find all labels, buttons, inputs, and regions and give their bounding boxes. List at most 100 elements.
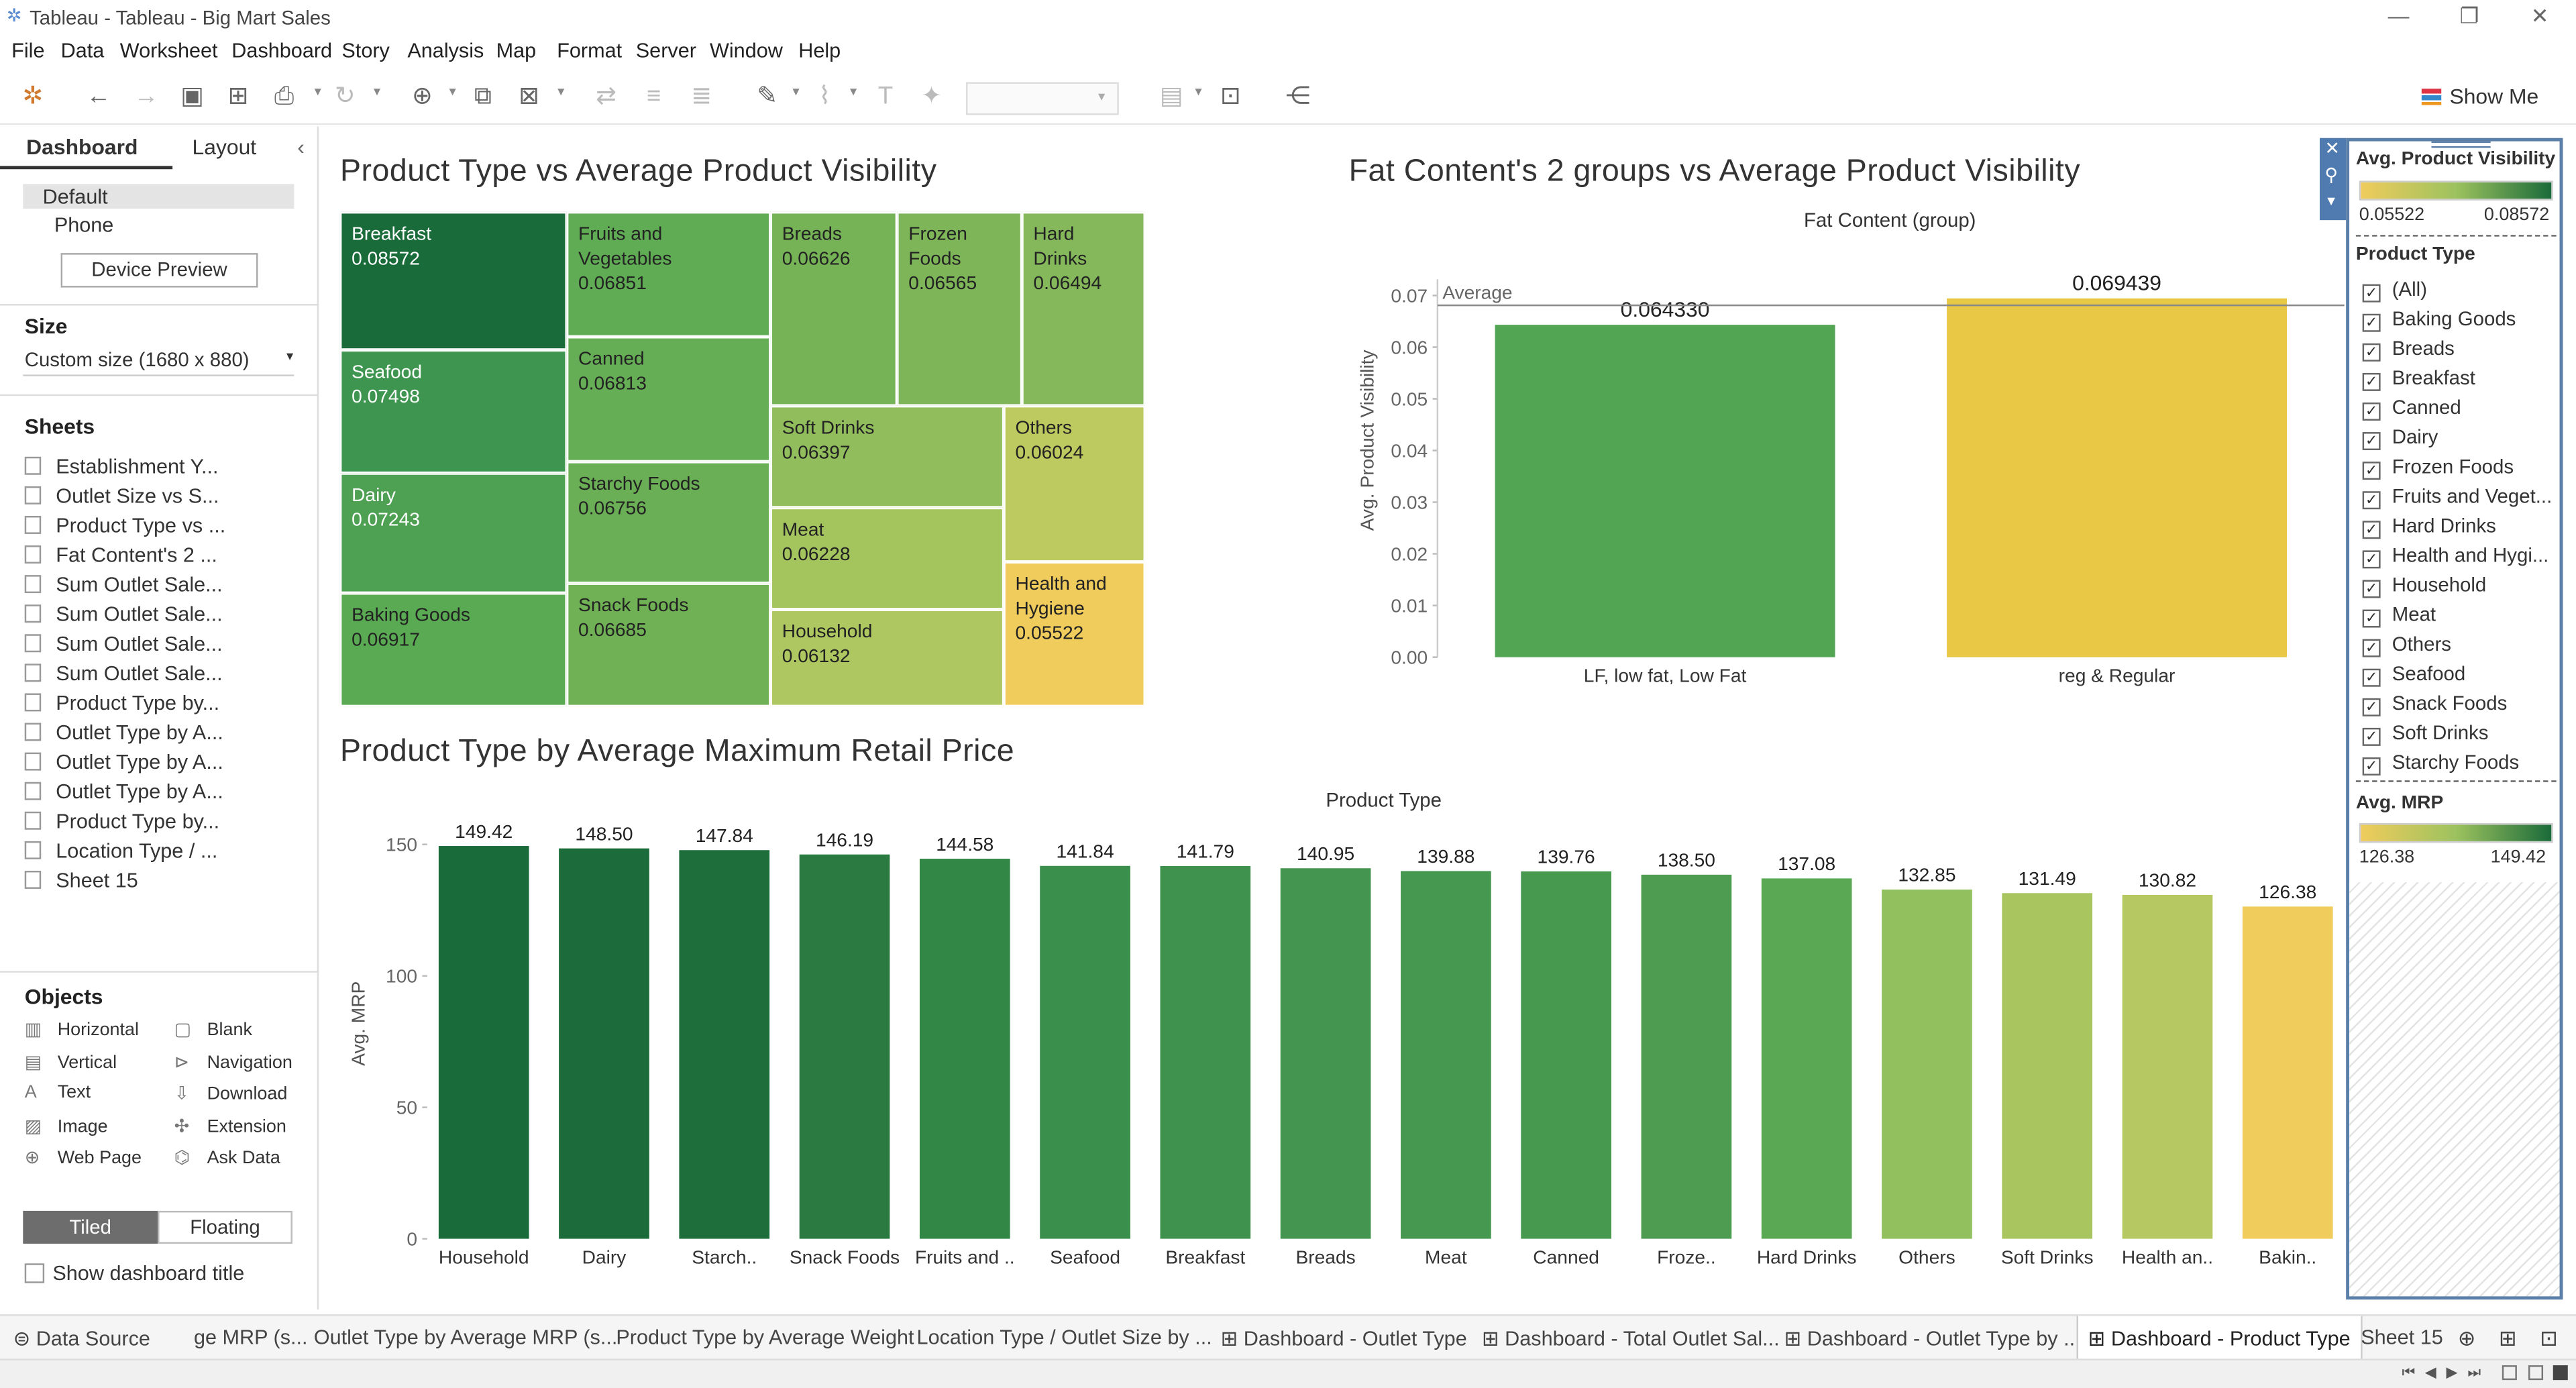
checkbox-checked-icon[interactable]: ✓: [2362, 284, 2381, 303]
treemap-cell-seafood[interactable]: Seafood 0.07498: [339, 350, 567, 474]
mrp-bar[interactable]: [919, 859, 1010, 1239]
checkbox-checked-icon[interactable]: ✓: [2362, 609, 2381, 628]
last-sheet-icon[interactable]: ⏭: [2467, 1364, 2481, 1382]
menu-format[interactable]: Format: [557, 40, 622, 62]
collapse-panel-icon[interactable]: ‹: [297, 135, 305, 160]
filter-item[interactable]: ✓ Others: [2362, 633, 2451, 657]
object-download[interactable]: ⇩ Download: [174, 1083, 288, 1104]
new-dashboard-tab-icon[interactable]: ⊞: [2499, 1326, 2517, 1352]
filter-item[interactable]: ✓ Baking Goods: [2362, 307, 2516, 332]
minimize-icon[interactable]: —: [2382, 3, 2415, 33]
sheet-item[interactable]: Product Type by...: [24, 692, 219, 714]
sheet-item[interactable]: Outlet Type by A...: [24, 780, 223, 804]
group-icon[interactable]: ⌇: [810, 82, 839, 111]
remove-icon[interactable]: ✕: [2324, 138, 2340, 159]
sheet-item[interactable]: Outlet Size vs S...: [24, 484, 219, 508]
filter-item[interactable]: ✓ Health and Hygi...: [2362, 544, 2548, 569]
object-navigation[interactable]: ⊳ Navigation: [174, 1051, 292, 1072]
treemap-cell-breads[interactable]: Breads 0.06626: [770, 211, 898, 406]
sheet-item[interactable]: Outlet Type by A...: [24, 751, 223, 773]
filter-item[interactable]: ✓ Household: [2362, 574, 2486, 598]
mrp-bar[interactable]: [679, 850, 770, 1239]
checkbox-checked-icon[interactable]: ✓: [2362, 491, 2381, 510]
dashboard-tab[interactable]: ⊞ Dashboard - Total Outlet Sal...: [1482, 1326, 1780, 1350]
checkbox-checked-icon[interactable]: ✓: [2362, 727, 2381, 746]
fit-dropdown[interactable]: ▼: [966, 82, 1119, 115]
show-title-checkbox[interactable]: [24, 1263, 45, 1283]
sheet-item[interactable]: Product Type by...: [24, 810, 219, 833]
pin-icon[interactable]: ⚲: [2324, 164, 2338, 185]
new-worksheet-icon[interactable]: ⊕: [407, 82, 437, 111]
checkbox-checked-icon[interactable]: ✓: [2362, 403, 2381, 421]
menu-file[interactable]: File: [11, 40, 44, 62]
redo-icon[interactable]: →: [131, 82, 161, 111]
tableau-home-icon[interactable]: ✲: [18, 82, 48, 111]
treemap-cell-frozen-foods[interactable]: Frozen Foods 0.06565: [897, 211, 1022, 406]
undo-icon[interactable]: ←: [84, 82, 113, 111]
menu-help[interactable]: Help: [798, 40, 841, 62]
new-data-source-icon[interactable]: ⊞: [223, 82, 253, 111]
fat-bar[interactable]: [1947, 298, 2288, 657]
sheet-item[interactable]: Sum Outlet Sale...: [24, 662, 223, 685]
checkbox-checked-icon[interactable]: ✓: [2362, 550, 2381, 569]
mrp-bar[interactable]: [1280, 868, 1371, 1239]
show-cards-icon[interactable]: ▤: [1157, 82, 1186, 111]
device-preview-button[interactable]: Device Preview: [60, 253, 258, 288]
treemap-cell-soft-drinks[interactable]: Soft Drinks 0.06397: [770, 405, 1004, 508]
save-icon[interactable]: ▣: [177, 82, 207, 111]
dashboard-tab[interactable]: ⊞ Dashboard - Outlet Type: [1221, 1326, 1467, 1350]
sheet-item[interactable]: Outlet Type by A...: [24, 721, 223, 744]
first-sheet-icon[interactable]: ⏮: [2402, 1364, 2415, 1382]
checkbox-checked-icon[interactable]: ✓: [2362, 580, 2381, 598]
mrp-bar[interactable]: [1401, 871, 1491, 1239]
mrp-bar[interactable]: [2242, 906, 2333, 1239]
swap-icon[interactable]: ⇄: [592, 82, 621, 111]
treemap-cell-dairy[interactable]: Dairy 0.07243: [339, 473, 567, 594]
menu-analysis[interactable]: Analysis: [407, 40, 484, 62]
refresh-icon[interactable]: ↻: [330, 82, 360, 111]
mrp-bar[interactable]: [1521, 871, 1611, 1239]
restore-icon[interactable]: ❐: [2453, 3, 2485, 33]
prev-sheet-icon[interactable]: ◀: [2425, 1364, 2436, 1382]
filter-item[interactable]: ✓ (All): [2362, 278, 2427, 303]
duplicate-sheet-icon[interactable]: ⧉: [468, 82, 498, 111]
treemap-cell-snack-foods[interactable]: Snack Foods 0.06685: [566, 583, 771, 707]
filter-item[interactable]: ✓ Breads: [2362, 337, 2455, 362]
sort-ascending-icon[interactable]: ≡: [639, 82, 669, 111]
next-sheet-icon[interactable]: ▶: [2447, 1364, 2458, 1382]
device-phone[interactable]: Phone: [54, 213, 114, 236]
sheet-item[interactable]: Product Type vs ...: [24, 515, 226, 537]
menu-data[interactable]: Data: [61, 40, 105, 62]
treemap-cell-household[interactable]: Household 0.06132: [770, 609, 1004, 707]
presentation-mode-icon[interactable]: ⊡: [1216, 82, 1245, 111]
mrp-bar[interactable]: [799, 854, 890, 1239]
show-tabs-icon[interactable]: [2553, 1365, 2568, 1381]
mrp-bar[interactable]: [559, 848, 649, 1239]
clear-sheet-icon[interactable]: ⊠: [515, 82, 544, 111]
new-story-tab-icon[interactable]: ⊡: [2540, 1326, 2558, 1352]
checkbox-checked-icon[interactable]: ✓: [2362, 698, 2381, 716]
filter-item[interactable]: ✓ Breakfast: [2362, 366, 2475, 391]
menu-map[interactable]: Map: [496, 40, 537, 62]
object-extension[interactable]: ✣ Extension: [174, 1115, 286, 1136]
mrp-bar[interactable]: [1040, 865, 1130, 1239]
treemap-cell-breakfast[interactable]: Breakfast 0.08572: [339, 211, 567, 350]
filter-item[interactable]: ✓ Dairy: [2362, 425, 2438, 451]
filter-item[interactable]: ✓ Snack Foods: [2362, 692, 2507, 716]
fat-bar[interactable]: [1495, 325, 1835, 657]
fix-axes-icon[interactable]: ✦: [917, 82, 947, 111]
menu-dashboard[interactable]: Dashboard: [231, 40, 332, 62]
object-horizontal[interactable]: ▥ Horizontal: [25, 1018, 139, 1040]
object-image[interactable]: ▨ Image: [25, 1115, 108, 1136]
dashboard-tab-active[interactable]: ⊞ Dashboard - Product Type: [2076, 1316, 2362, 1360]
tab-data-source[interactable]: ⊜ Data Source: [13, 1326, 150, 1350]
checkbox-checked-icon[interactable]: ✓: [2362, 668, 2381, 687]
checkbox-checked-icon[interactable]: ✓: [2362, 757, 2381, 776]
treemap-cell-hard-drinks[interactable]: Hard Drinks 0.06494: [1022, 211, 1145, 406]
sheet-item[interactable]: Sheet 15: [24, 869, 138, 892]
checkbox-checked-icon[interactable]: ✓: [2362, 343, 2381, 362]
filter-item[interactable]: ✓ Fruits and Veget...: [2362, 484, 2552, 510]
sheet-item[interactable]: Sum Outlet Sale...: [24, 574, 223, 596]
mrp-bar[interactable]: [438, 846, 529, 1239]
filter-item[interactable]: ✓ Meat: [2362, 603, 2436, 628]
